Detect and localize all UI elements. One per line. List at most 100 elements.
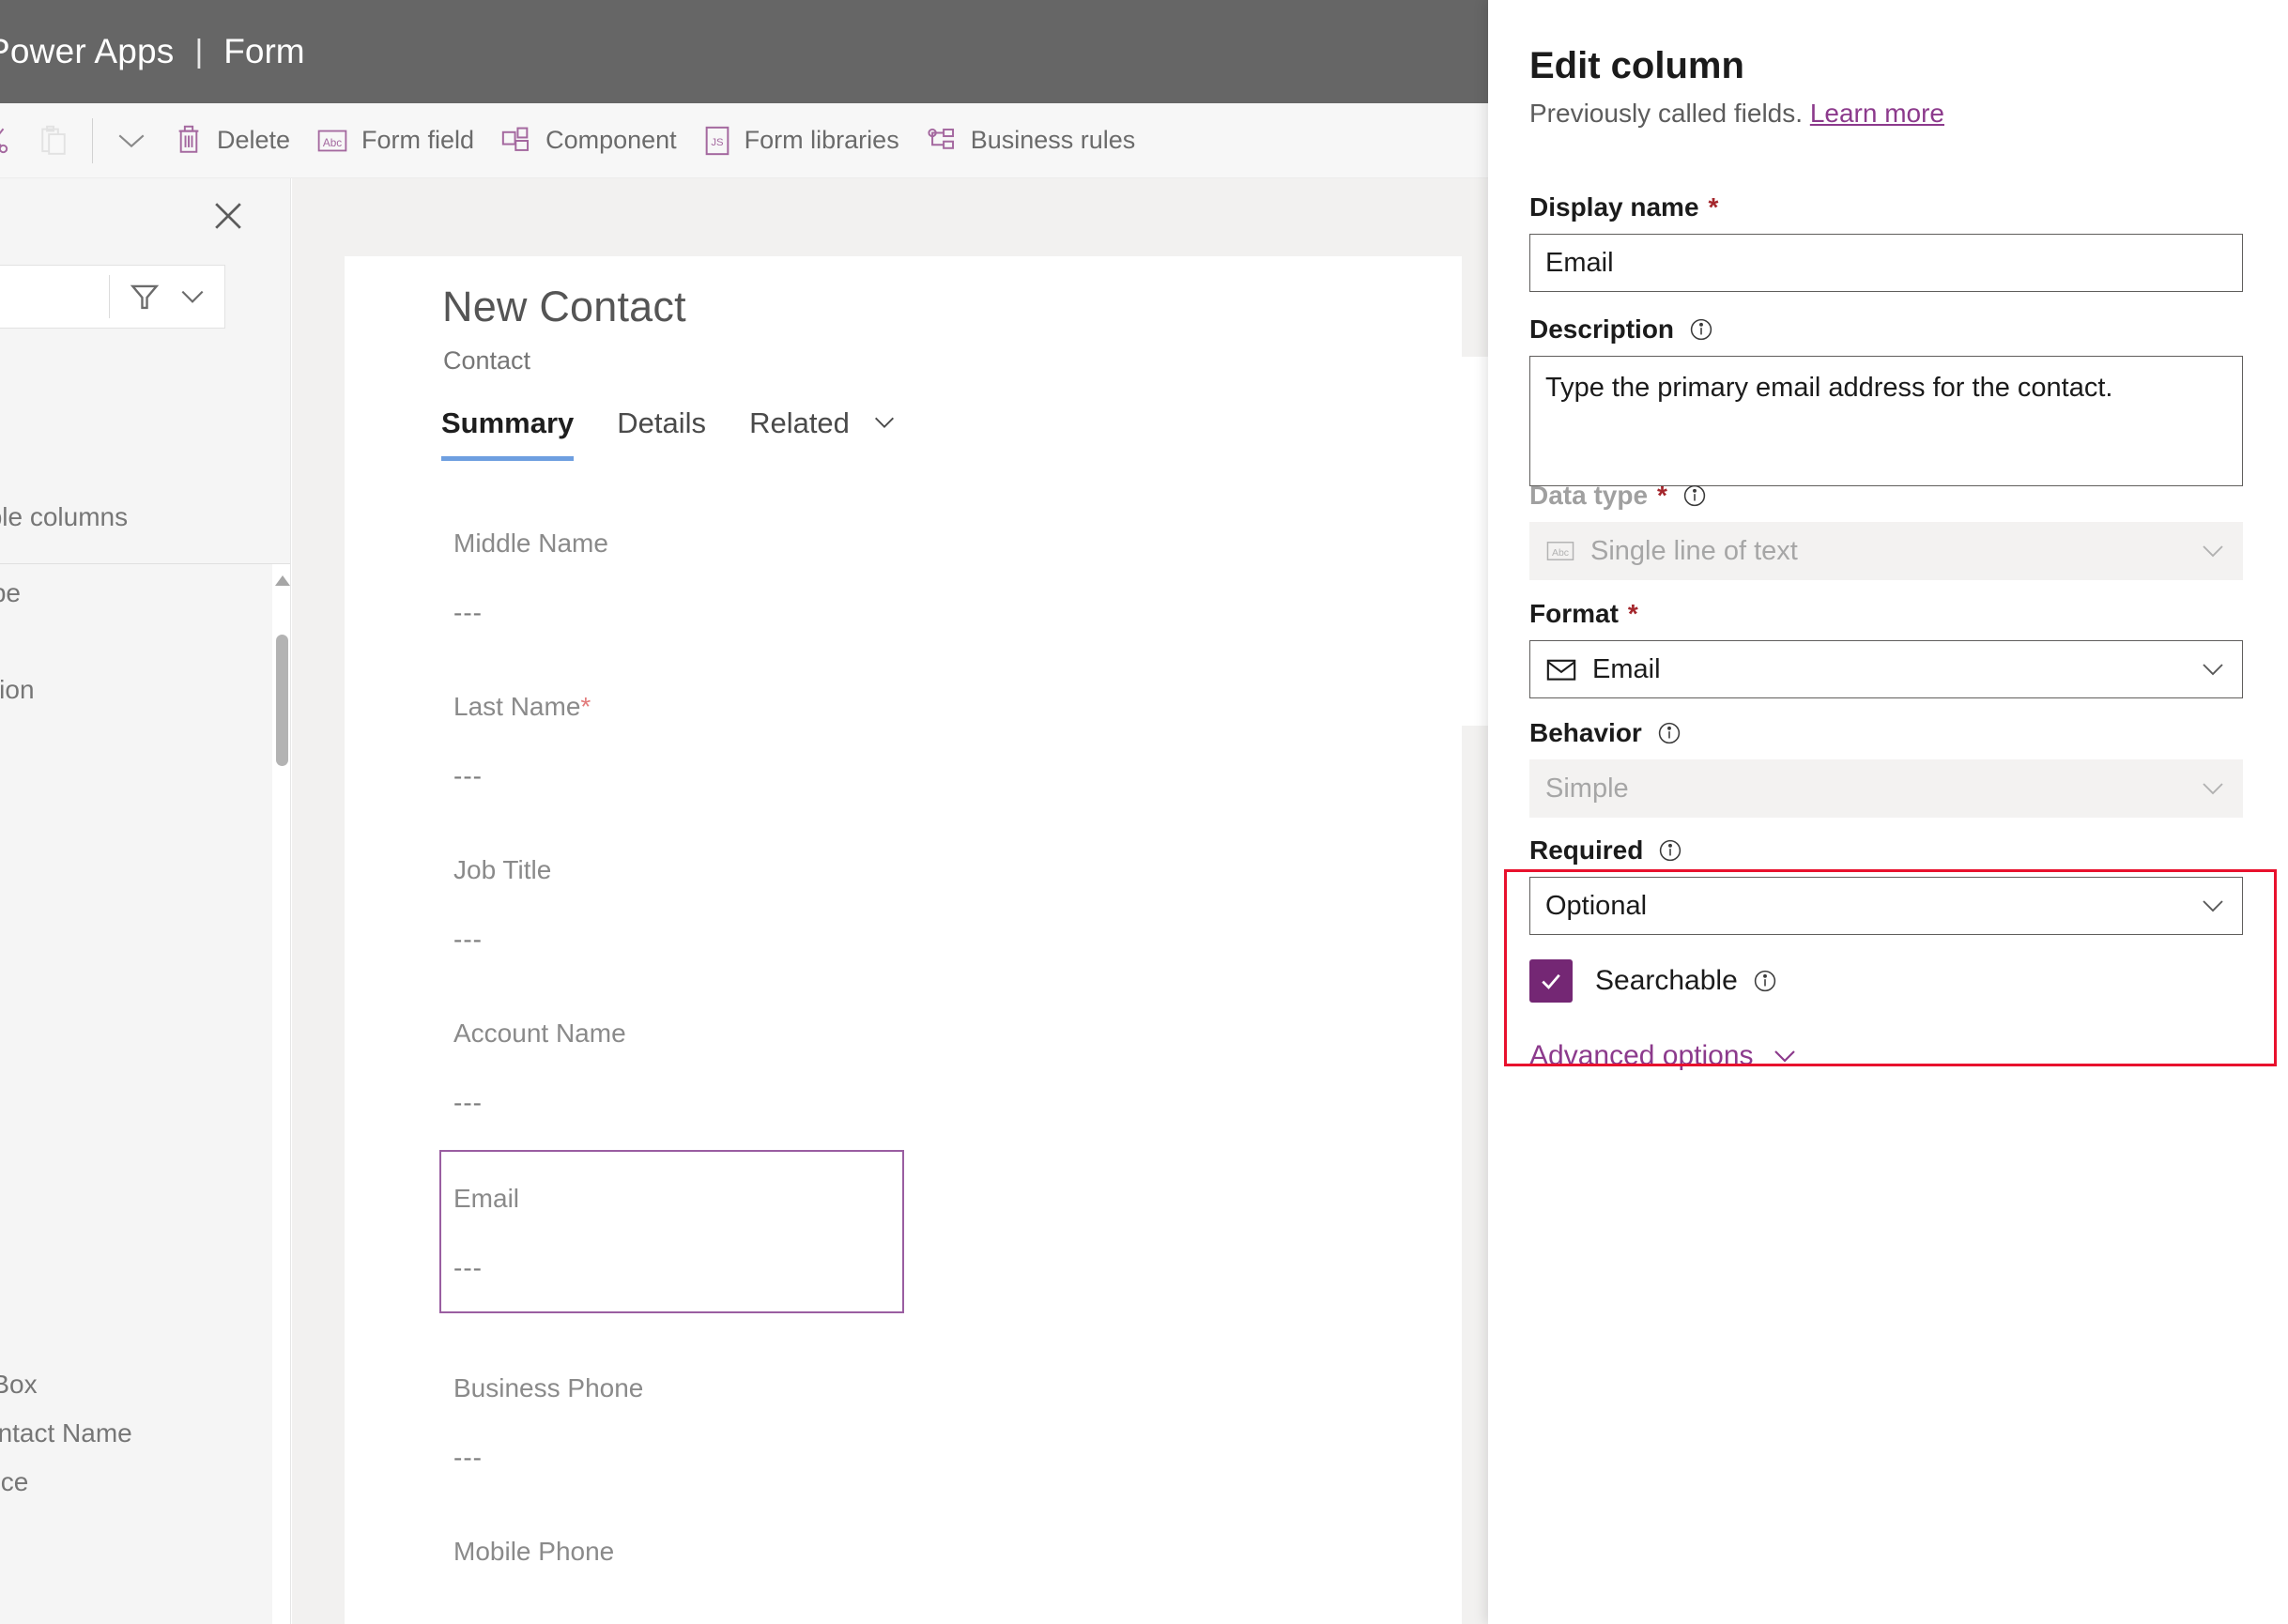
- tab-related[interactable]: Related: [749, 405, 897, 461]
- form-field-account-name[interactable]: Account Name ---: [441, 1019, 986, 1118]
- component-icon: [500, 125, 532, 157]
- paste-icon: [38, 124, 69, 158]
- columns-scrollbar[interactable]: [272, 564, 290, 1624]
- field-value: ---: [453, 598, 483, 627]
- field-value: ---: [453, 1253, 483, 1282]
- edit-column-panel: Edit column Previously called fields. Le…: [1488, 0, 2288, 1624]
- filter-icon[interactable]: [127, 279, 162, 314]
- overflow-chevron-button[interactable]: [102, 103, 161, 177]
- command-divider: [92, 117, 93, 163]
- chevron-down-icon: [2199, 897, 2227, 914]
- field-value: ---: [453, 1443, 483, 1472]
- required-marker: *: [1657, 481, 1667, 510]
- form-field-last-name[interactable]: Last Name* ---: [441, 692, 986, 791]
- chevron-down-icon: [871, 405, 898, 438]
- tab-summary[interactable]: Summary: [441, 406, 575, 461]
- component-button[interactable]: Component: [487, 103, 690, 177]
- trash-icon: [174, 124, 204, 158]
- chevron-down-icon: [2199, 780, 2227, 797]
- info-icon[interactable]: [1689, 317, 1713, 342]
- format-dropdown[interactable]: Email: [1529, 640, 2243, 698]
- display-name-input[interactable]: Email: [1529, 234, 2243, 292]
- form-field-middle-name[interactable]: Middle Name ---: [441, 529, 986, 628]
- form-field-mobile-phone[interactable]: Mobile Phone: [441, 1537, 986, 1567]
- panel-divider: [0, 563, 290, 564]
- form-tabs: Summary Details Related: [441, 405, 941, 461]
- cut-button[interactable]: [0, 103, 24, 177]
- columns-search-box[interactable]: [0, 265, 225, 329]
- data-type-label: Data type *: [1529, 481, 2243, 511]
- display-name-value: Email: [1545, 247, 1614, 278]
- app-root: Power Apps | Form Delete Abc Form field …: [0, 0, 2288, 1624]
- form-side-section-card: [1101, 357, 1488, 726]
- chevron-down-icon[interactable]: [177, 287, 207, 306]
- behavior-group: Behavior Simple: [1529, 718, 2243, 818]
- advanced-options-group: Advanced options: [1529, 1040, 2243, 1072]
- js-icon: JS: [703, 125, 731, 157]
- field-value: ---: [453, 761, 483, 790]
- paste-button: [24, 103, 83, 177]
- required-marker: *: [1627, 599, 1638, 628]
- scroll-up-arrow-icon[interactable]: [275, 575, 290, 586]
- form-libraries-label: Form libraries: [744, 126, 899, 154]
- info-icon[interactable]: [1658, 838, 1682, 863]
- delete-label: Delete: [217, 126, 291, 154]
- description-group: Description Type the primary email addre…: [1529, 314, 2243, 486]
- scrollbar-thumb[interactable]: [276, 635, 288, 766]
- display-name-group: Display name * Email: [1529, 192, 2243, 292]
- advanced-options-toggle[interactable]: Advanced options: [1529, 1040, 2243, 1072]
- required-label: Required: [1529, 835, 2243, 866]
- required-dropdown[interactable]: Optional: [1529, 877, 2243, 935]
- field-value: ---: [453, 925, 483, 954]
- list-item[interactable]: s Type: [0, 578, 21, 608]
- delete-button[interactable]: Delete: [161, 103, 303, 177]
- form-field-button[interactable]: Abc Form field: [303, 103, 487, 177]
- behavior-dropdown: Simple: [1529, 759, 2243, 818]
- tab-details[interactable]: Details: [617, 406, 706, 461]
- field-label: Last Name*: [453, 692, 591, 721]
- searchable-checkbox[interactable]: [1529, 959, 1573, 1003]
- form-field-job-title[interactable]: Job Title ---: [441, 855, 986, 955]
- info-icon[interactable]: [1682, 483, 1707, 508]
- advanced-options-label: Advanced options: [1529, 1040, 1754, 1071]
- close-panel-button[interactable]: [207, 195, 249, 237]
- info-icon[interactable]: [1657, 721, 1681, 745]
- tab-details-label: Details: [617, 406, 707, 439]
- list-item[interactable]: fice Box: [0, 1370, 38, 1400]
- form-libraries-button[interactable]: JS Form libraries: [690, 103, 913, 177]
- product-name: Power Apps: [0, 32, 175, 70]
- list-item[interactable]: y Contact Name: [0, 1418, 132, 1448]
- info-icon[interactable]: [1753, 969, 1777, 993]
- columns-section-header: d table columns: [0, 502, 129, 531]
- list-item[interactable]: /Region: [0, 675, 35, 705]
- form-field-column: Middle Name --- Last Name* --- Job Title…: [439, 517, 986, 1567]
- searchable-label: Searchable: [1595, 965, 1738, 996]
- checkmark-icon: [1542, 973, 1560, 989]
- description-textarea[interactable]: Type the primary email address for the c…: [1529, 356, 2243, 486]
- data-type-group: Data type * Abc Single line of text: [1529, 481, 2243, 580]
- tab-summary-label: Summary: [441, 406, 575, 439]
- header-context-label: Form: [223, 32, 305, 70]
- behavior-label: Behavior: [1529, 718, 2243, 748]
- required-group: Required Optional: [1529, 835, 2243, 935]
- chevron-down-icon: [2199, 661, 2227, 678]
- list-item[interactable]: rovince: [0, 1467, 28, 1497]
- table-columns-panel: d table columns s Type /Region e ude fic…: [0, 178, 291, 1624]
- svg-text:JS: JS: [711, 136, 724, 147]
- chevron-down-icon: [1771, 1048, 1799, 1065]
- business-rules-icon: [926, 126, 958, 156]
- form-field-label: Form field: [361, 126, 475, 154]
- business-rules-label: Business rules: [970, 126, 1136, 154]
- form-field-email[interactable]: Email ---: [439, 1150, 904, 1313]
- behavior-value: Simple: [1545, 773, 1629, 804]
- field-label: Business Phone: [453, 1373, 644, 1402]
- panel-subtitle-text: Previously called fields.: [1529, 99, 1810, 128]
- search-divider: [109, 275, 110, 318]
- business-rules-button[interactable]: Business rules: [913, 103, 1149, 177]
- format-group: Format * Email: [1529, 599, 2243, 698]
- learn-more-link[interactable]: Learn more: [1810, 99, 1944, 128]
- form-field-business-phone[interactable]: Business Phone ---: [441, 1373, 986, 1473]
- description-value: Type the primary email address for the c…: [1545, 373, 2113, 403]
- app-header-bar: Power Apps | Form: [0, 0, 1488, 103]
- searchable-row[interactable]: Searchable: [1529, 959, 2243, 1003]
